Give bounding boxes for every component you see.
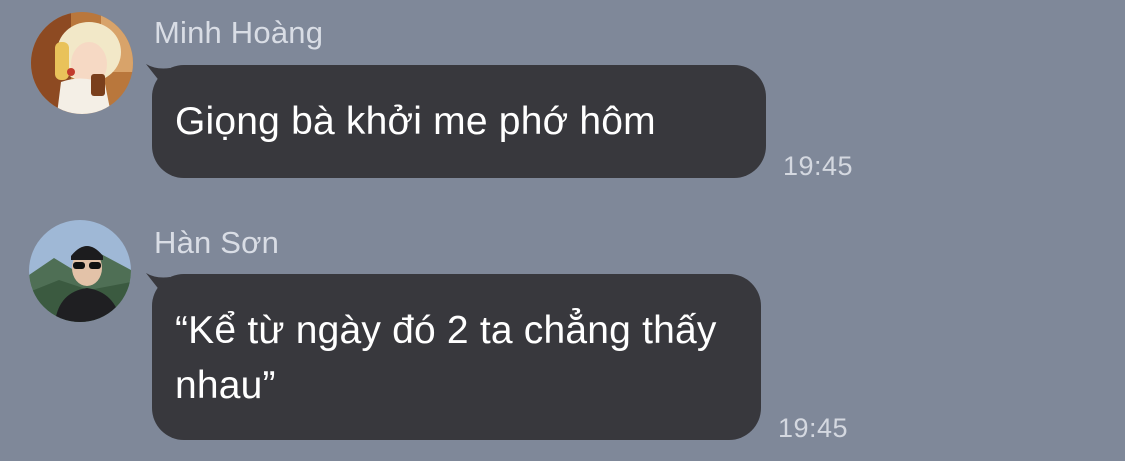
message-text: Giọng bà khởi me phớ hôm (175, 100, 656, 143)
message-bubble[interactable]: “Kể từ ngày đó 2 ta chẳng thấy nhau” (152, 274, 761, 440)
message-timestamp: 19:45 (783, 151, 854, 181)
message-text: “Kể từ ngày đó 2 ta chẳng thấy nhau” (175, 309, 717, 407)
sender-name: Hàn Sơn (154, 225, 280, 260)
avatar-blonde-person-icon[interactable] (31, 12, 133, 114)
message-bubble[interactable]: Giọng bà khởi me phớ hôm (152, 65, 766, 178)
sender-name: Minh Hoàng (154, 15, 324, 50)
message-timestamp: 19:45 (778, 413, 849, 443)
avatar-person-sunglasses-icon[interactable] (29, 220, 131, 322)
